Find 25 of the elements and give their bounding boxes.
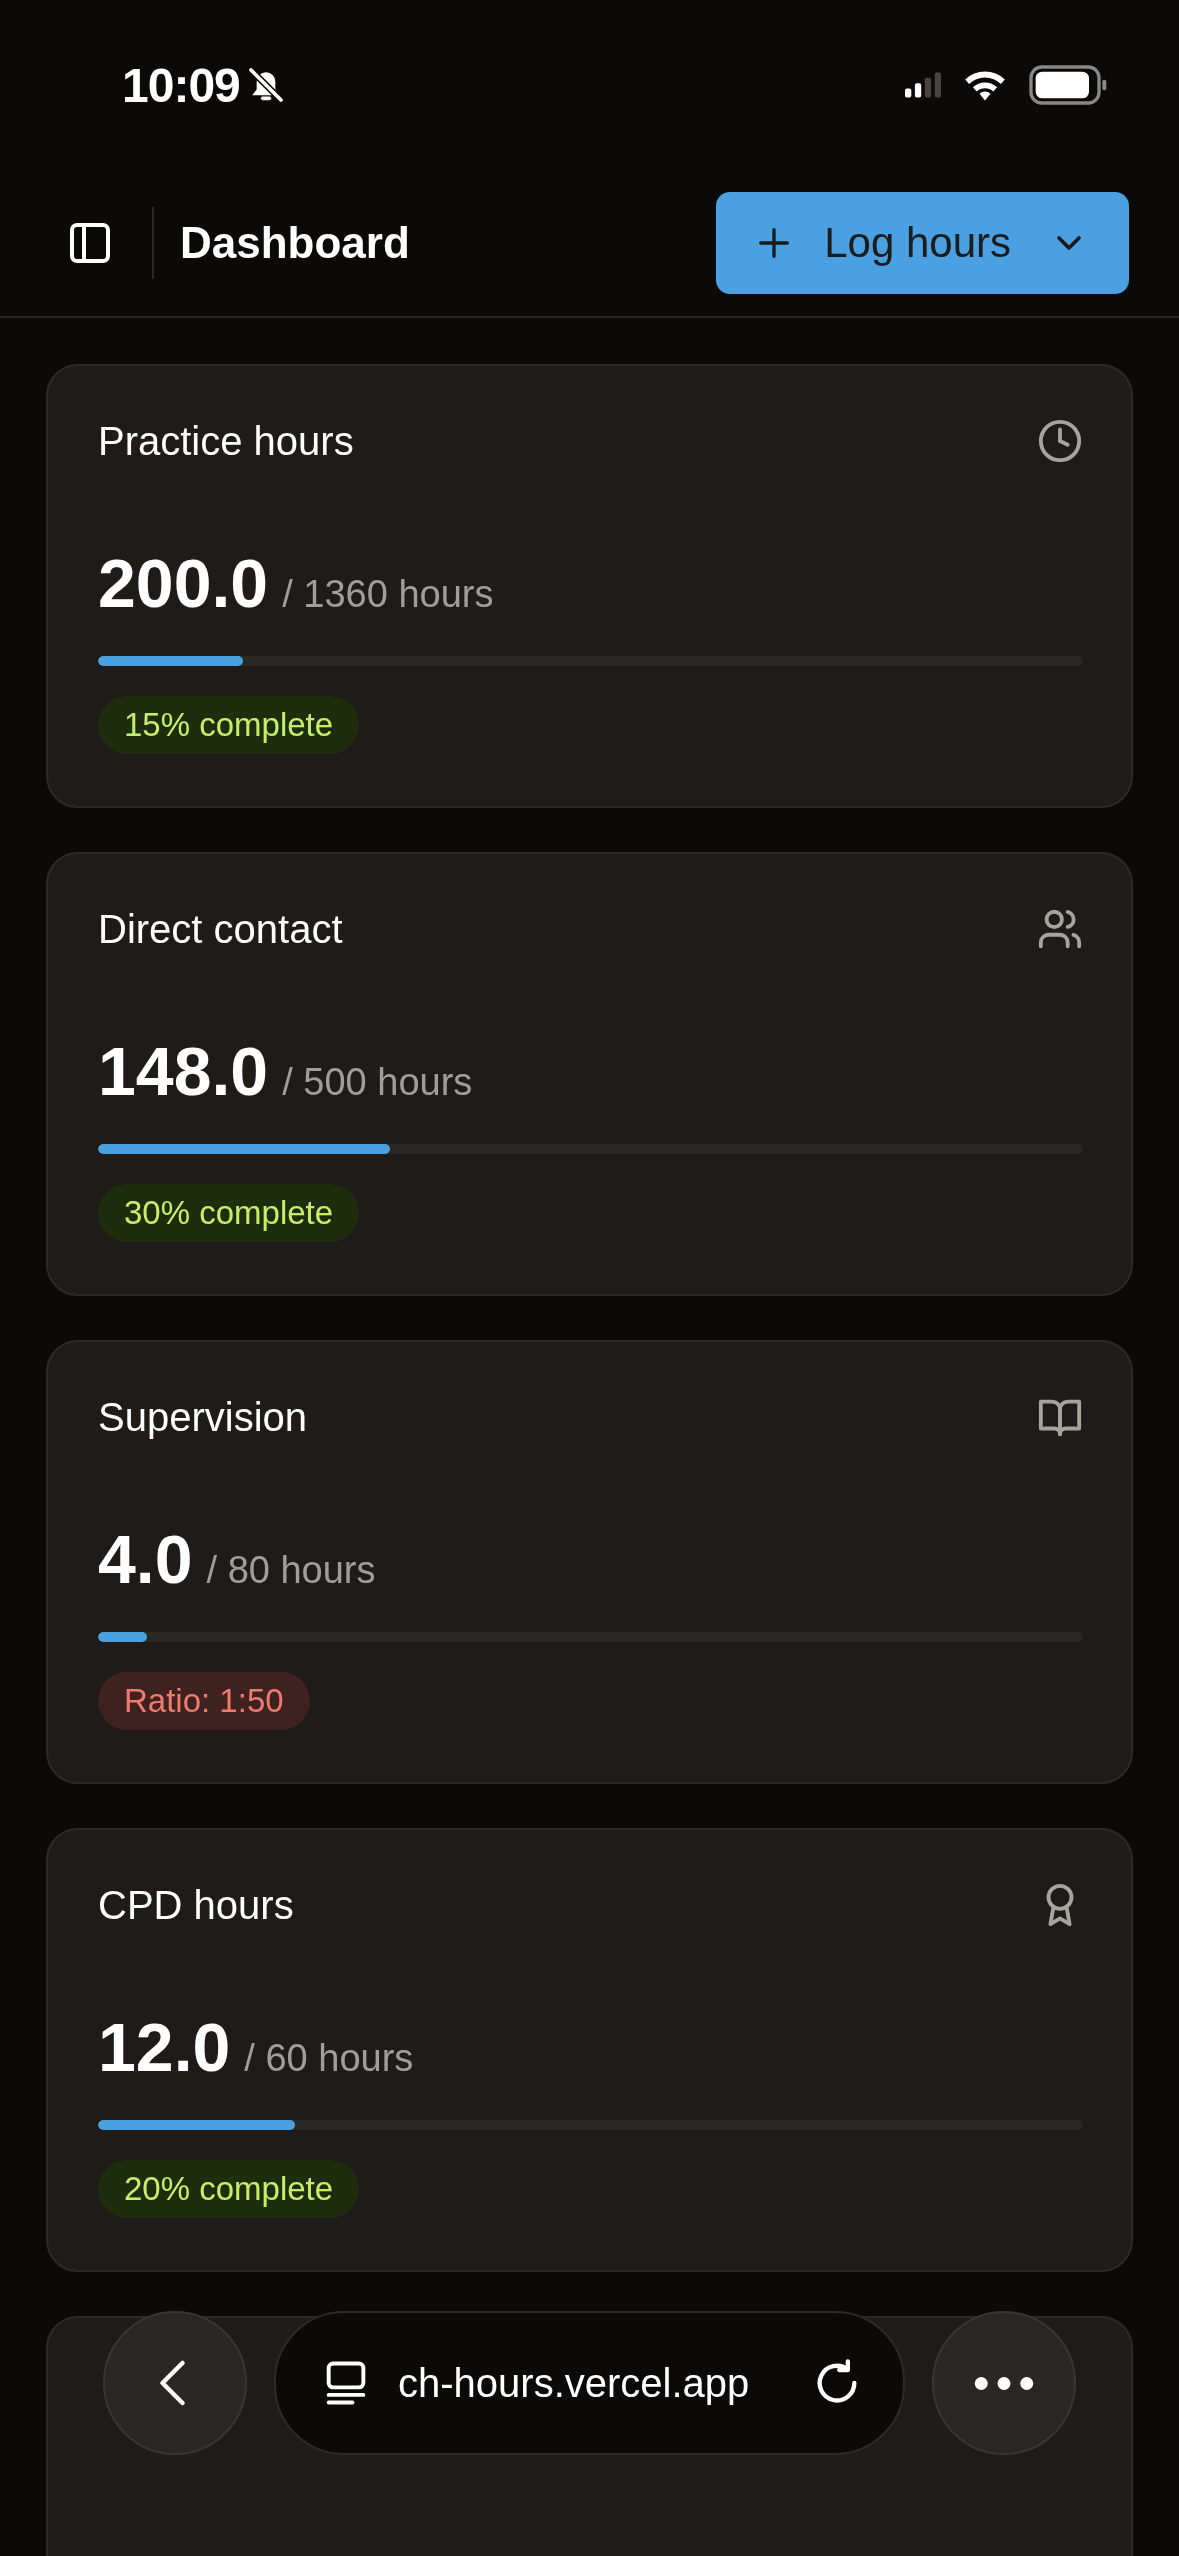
log-hours-button[interactable]: Log hours [716, 192, 1129, 294]
status-badge: Ratio: 1:50 [98, 1672, 310, 1730]
card-title: Supervision [98, 1394, 307, 1440]
page-title: Dashboard [180, 218, 410, 268]
hours-target: / 60 hours [244, 2037, 414, 2080]
card-title: Direct contact [98, 906, 343, 952]
status-time: 10:09 [122, 57, 240, 113]
battery-icon [1029, 65, 1109, 105]
status-badge: 20% complete [98, 2160, 360, 2218]
hours-value: 12.0 [98, 2008, 231, 2086]
signal-icon [905, 72, 941, 98]
url-text: ch-hours.vercel.app [398, 2360, 751, 2406]
hours-target: / 500 hours [282, 1061, 473, 1104]
hours-value: 200.0 [98, 544, 269, 622]
status-badge: 15% complete [98, 696, 360, 754]
clock-icon [1037, 418, 1083, 464]
hours-target: / 1360 hours [282, 573, 494, 616]
status-badge: 30% complete [98, 1184, 360, 1242]
card-title: Practice hours [98, 418, 354, 464]
more-icon [974, 2376, 1034, 2390]
hours-target: / 80 hours [206, 1549, 376, 1592]
hours-value: 148.0 [98, 1032, 269, 1110]
hours-value: 4.0 [98, 1520, 193, 1598]
card-title: CPD hours [98, 1882, 294, 1928]
address-bar[interactable]: ch-hours.vercel.app [274, 2311, 905, 2455]
